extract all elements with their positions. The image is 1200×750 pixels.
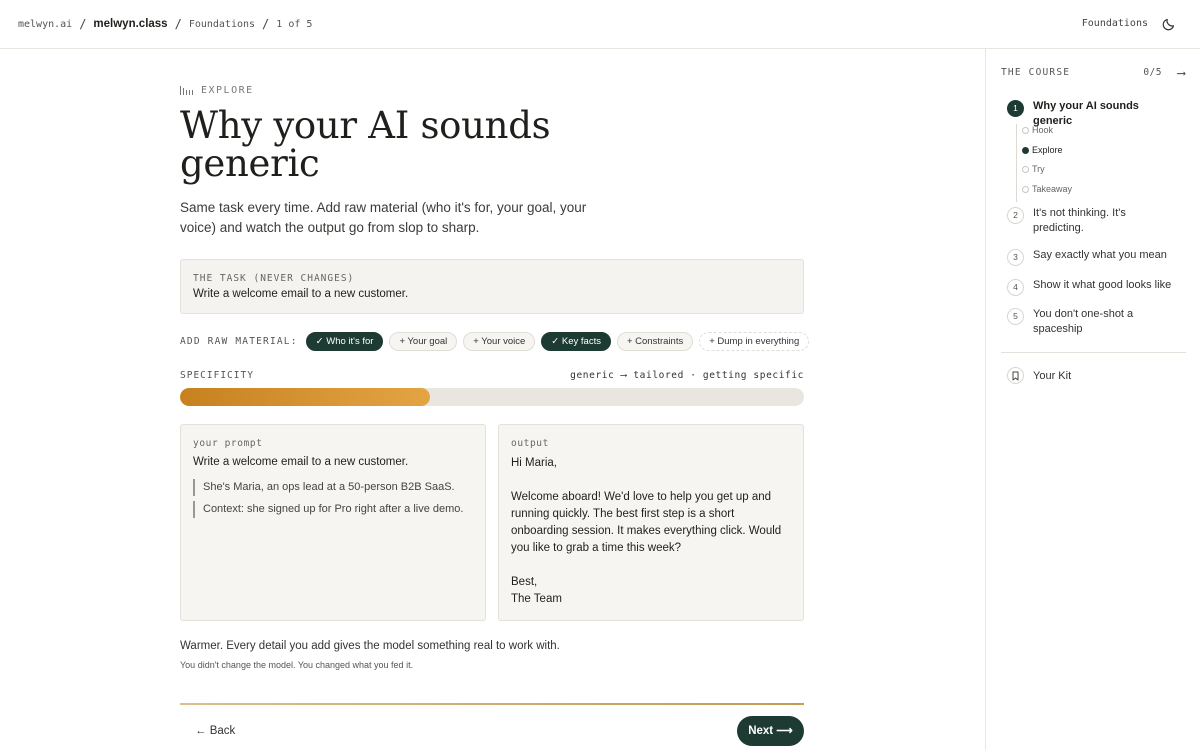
bookmark-icon <box>1007 367 1024 384</box>
sidebar-divider <box>1001 352 1186 353</box>
breadcrumb-separator: / <box>174 17 182 31</box>
lesson-item-5[interactable]: 5 You don't one-shot a spaceship <box>1007 307 1173 336</box>
lesson-title: Show it what good looks like <box>1033 279 1172 291</box>
task-text: Write a welcome email to a new customer. <box>193 288 409 300</box>
breadcrumb-separator: / <box>262 17 270 31</box>
lesson-item-2[interactable]: 2 It's not thinking. It's predicting. <box>1007 206 1173 235</box>
lesson-number: 5 <box>1007 308 1024 325</box>
next-button[interactable]: Next ⟶ <box>737 716 804 746</box>
lesson-title: Say exactly what you mean <box>1033 249 1167 261</box>
arrow-right-icon[interactable]: ⟶ <box>1178 66 1186 80</box>
prompt-additions: She's Maria, an ops lead at a 50-person … <box>193 479 463 523</box>
chips-caption: ADD RAW MATERIAL: <box>180 336 298 347</box>
step-takeaway[interactable]: Takeaway <box>1021 183 1072 203</box>
specificity-meter-fill <box>180 388 430 406</box>
task-card: THE TASK (NEVER CHANGES) Write a welcome… <box>180 259 804 314</box>
lesson-main: EXPLORE Why your AI sounds generic Same … <box>0 49 985 750</box>
step-hook[interactable]: Hook <box>1021 124 1072 144</box>
step-explore[interactable]: Explore <box>1021 144 1072 164</box>
chip-constraints[interactable]: + Constraints <box>616 332 694 351</box>
section-eyebrow: EXPLORE <box>180 85 254 96</box>
breadcrumb: melwyn.ai / melwyn.class / Foundations /… <box>18 17 312 31</box>
prompt-caption: your prompt <box>193 438 263 449</box>
output-signoff: Best, <box>511 576 538 588</box>
signal-bars-icon <box>180 86 193 95</box>
prompt-addition: She's Maria, an ops lead at a 50-person … <box>193 479 463 496</box>
lesson-item-4[interactable]: 4 Show it what good looks like <box>1007 278 1173 296</box>
lesson-item-3[interactable]: 3 Say exactly what you mean <box>1007 248 1173 266</box>
lesson-description: Same task every time. Add raw material (… <box>180 200 587 235</box>
lesson-number: 1 <box>1007 100 1024 117</box>
chip-who-its-for[interactable]: ✓ Who it's for <box>305 332 384 351</box>
lesson-steps: Hook Explore Try Takeaway <box>1016 124 1072 202</box>
specificity-caption: SPECIFICITY <box>180 370 254 381</box>
moon-icon[interactable] <box>1162 15 1178 31</box>
task-caption: THE TASK (NEVER CHANGES) <box>193 273 355 284</box>
specificity-meter <box>180 388 804 406</box>
footer-divider <box>180 703 804 705</box>
breadcrumb-separator: / <box>79 17 87 31</box>
prompt-panel: your prompt Write a welcome email to a n… <box>180 424 486 621</box>
course-sidebar: THE COURSE 0/5 ⟶ 1 Why your AI sounds ge… <box>985 49 1200 750</box>
lesson-title: It's not thinking. It's predicting. <box>1033 207 1126 234</box>
output-body: Welcome aboard! We'd love to help you ge… <box>511 491 782 554</box>
top-bar: melwyn.ai / melwyn.class / Foundations /… <box>0 0 1200 49</box>
your-kit-link[interactable]: Your Kit <box>1007 367 1071 384</box>
back-button[interactable]: ← Back <box>195 725 235 737</box>
chip-your-goal[interactable]: + Your goal <box>389 332 458 351</box>
prompt-addition: Context: she signed up for Pro right aft… <box>193 501 463 518</box>
lesson-title: You don't one-shot a spaceship <box>1033 308 1134 335</box>
output-signature: The Team <box>511 593 562 605</box>
breadcrumb-section[interactable]: Foundations <box>189 19 255 30</box>
eyebrow-label: EXPLORE <box>201 85 254 96</box>
raw-material-chips: ADD RAW MATERIAL: ✓ Who it's for + Your … <box>180 332 810 351</box>
chip-dump-in-everything[interactable]: + Dump in everything <box>699 332 810 351</box>
course-heading: THE COURSE <box>1001 67 1071 78</box>
step-try[interactable]: Try <box>1021 163 1072 183</box>
lesson-number: 3 <box>1007 249 1024 266</box>
output-caption: output <box>511 438 549 449</box>
course-header: THE COURSE 0/5 ⟶ <box>1001 66 1186 80</box>
chip-key-facts[interactable]: ✓ Key facts <box>541 332 611 351</box>
breadcrumb-site[interactable]: melwyn.ai <box>18 19 72 30</box>
lesson-number: 2 <box>1007 207 1024 224</box>
output-panel: output Hi Maria, Welcome aboard! We'd lo… <box>498 424 804 621</box>
lesson-number: 4 <box>1007 279 1024 296</box>
output-greeting: Hi Maria, <box>511 457 558 469</box>
your-kit-label: Your Kit <box>1033 369 1072 382</box>
result-verdict: Warmer. Every detail you add gives the m… <box>180 640 560 652</box>
section-label[interactable]: Foundations <box>1082 18 1148 29</box>
chip-your-voice[interactable]: + Your voice <box>463 332 536 351</box>
breadcrumb-brand[interactable]: melwyn.class <box>93 18 167 30</box>
top-right-controls: Foundations <box>1082 15 1178 31</box>
course-progress: 0/5 <box>1143 67 1162 78</box>
output-text: Hi Maria, Welcome aboard! We'd love to h… <box>511 455 795 608</box>
specificity-scale: generic ⟶ tailored · getting specific <box>570 370 804 381</box>
breadcrumb-page-count: 1 of 5 <box>276 18 313 30</box>
page-title: Why your AI sounds generic <box>180 104 551 185</box>
specificity-header: SPECIFICITY generic ⟶ tailored · getting… <box>180 370 804 382</box>
result-note: You didn't change the model. You changed… <box>180 660 414 670</box>
prompt-base-text: Write a welcome email to a new customer. <box>193 456 409 468</box>
